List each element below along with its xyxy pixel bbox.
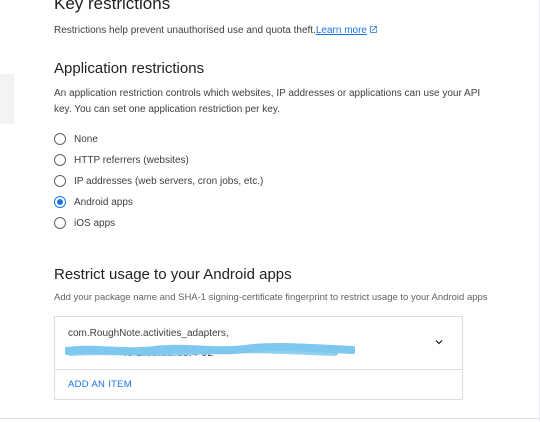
radio-label: IP addresses (web servers, cron jobs, et… (74, 175, 264, 187)
radio-option-none[interactable]: None (54, 131, 98, 147)
add-an-item-button[interactable]: ADD AN ITEM (68, 379, 132, 390)
learn-more-link[interactable]: Learn more (316, 25, 367, 36)
key-restrictions-text: Restrictions help prevent unauthorised u… (54, 25, 316, 36)
radio-option-ip-addresses[interactable]: IP addresses (web servers, cron jobs, et… (54, 173, 263, 189)
radio-button[interactable] (54, 217, 66, 229)
radio-option-ios-apps[interactable]: iOS apps (54, 215, 115, 231)
bottom-divider (0, 418, 540, 419)
radio-dot (57, 199, 63, 205)
radio-button-selected[interactable] (54, 196, 66, 208)
android-restrictions-description: Add your package name and SHA-1 signing-… (54, 292, 488, 303)
redaction-scribble (65, 343, 355, 356)
radio-label: None (74, 133, 98, 145)
radio-button[interactable] (54, 154, 66, 166)
radio-label: iOS apps (74, 217, 116, 229)
key-restrictions-title: Key restrictions (54, 0, 171, 13)
chevron-down-icon[interactable] (432, 335, 446, 349)
radio-label: Android apps (74, 196, 133, 208)
android-app-item-card: com.RoughNote.activities_adapters, :9 2:… (54, 316, 463, 400)
radio-option-android-apps[interactable]: Android apps (54, 194, 133, 210)
open-in-new-icon[interactable] (369, 25, 378, 34)
android-restrictions-title: Restrict usage to your Android apps (54, 266, 292, 283)
radio-button[interactable] (54, 133, 66, 145)
radio-button[interactable] (54, 175, 66, 187)
key-restrictions-description: Restrictions help prevent unauthorised u… (54, 25, 378, 36)
sidebar-edge (0, 74, 14, 124)
android-app-item[interactable]: com.RoughNote.activities_adapters, :9 2:… (55, 317, 462, 370)
package-name: com.RoughNote.activities_adapters, (68, 328, 229, 339)
radio-label: HTTP referrers (websites) (74, 154, 189, 166)
application-restrictions-description: An application restriction controls whic… (54, 88, 481, 115)
application-restrictions-title: Application restrictions (54, 60, 205, 77)
radio-option-http-referrers[interactable]: HTTP referrers (websites) (54, 152, 189, 168)
